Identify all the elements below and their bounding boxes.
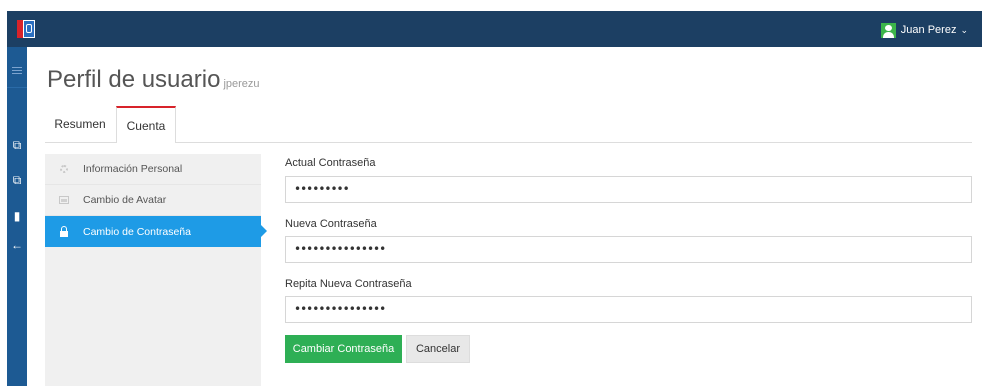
- user-name: Juan Perez: [900, 24, 957, 36]
- menu-item-avatar[interactable]: Cambio de Avatar: [45, 185, 261, 216]
- left-margin: [0, 0, 7, 386]
- menu-item-label: Información Personal: [83, 163, 183, 175]
- cancel-button[interactable]: Cancelar: [406, 335, 470, 363]
- user-menu[interactable]: Juan Perez ⌄: [880, 21, 968, 39]
- current-password-input[interactable]: •••••••••: [285, 176, 972, 203]
- arrow-left-icon[interactable]: ←: [7, 233, 27, 257]
- tab-divider: [45, 142, 972, 143]
- user-icon: [880, 22, 896, 38]
- tab-divider-gap: [117, 142, 175, 143]
- current-password-label: Actual Contraseña: [285, 157, 376, 169]
- lock-icon: [45, 225, 83, 237]
- tab-resumen[interactable]: Resumen: [45, 106, 115, 142]
- page-title: Perfil de usuario jperezu: [47, 66, 260, 94]
- logo-icon[interactable]: [17, 20, 35, 38]
- gear-icon: [45, 165, 83, 173]
- logo-blue-shield: [23, 20, 35, 38]
- copy-icon[interactable]: ⧉: [7, 133, 27, 157]
- sidebar-divider: [7, 87, 27, 88]
- document-icon[interactable]: ▮: [7, 204, 27, 228]
- image-icon: [45, 196, 83, 204]
- page-username: jperezu: [223, 78, 260, 90]
- change-password-button[interactable]: Cambiar Contraseña: [285, 335, 402, 363]
- account-side-menu: Información Personal Cambio de Avatar Ca…: [45, 154, 267, 386]
- page-title-text: Perfil de usuario: [47, 66, 221, 93]
- sidebar: ⧉ ⧉ ▮ ←: [7, 47, 27, 386]
- new-password-input[interactable]: •••••••••••••••: [285, 236, 972, 263]
- chevron-down-icon: ⌄: [960, 24, 968, 35]
- menu-item-label: Cambio de Avatar: [83, 194, 167, 206]
- new-password-label: Nueva Contraseña: [285, 218, 377, 230]
- user-icon-head: [884, 24, 892, 31]
- menu-item-label: Cambio de Contraseña: [83, 225, 191, 238]
- top-bar: Juan Perez ⌄: [7, 11, 982, 47]
- app-frame: Juan Perez ⌄ ⧉ ⧉ ▮ ← Perfil de usuario jp…: [0, 0, 982, 386]
- repeat-password-input[interactable]: •••••••••••••••: [285, 296, 972, 323]
- menu-item-personal-info[interactable]: Información Personal: [45, 154, 261, 185]
- logo-shield-outline: [26, 24, 32, 33]
- tab-cuenta[interactable]: Cuenta: [116, 106, 176, 143]
- copy-icon[interactable]: ⧉: [7, 168, 27, 192]
- user-icon-body: [882, 31, 894, 38]
- repeat-password-label: Repita Nueva Contraseña: [285, 278, 412, 290]
- menu-icon[interactable]: [7, 57, 27, 81]
- menu-item-change-password[interactable]: Cambio de Contraseña: [45, 216, 267, 247]
